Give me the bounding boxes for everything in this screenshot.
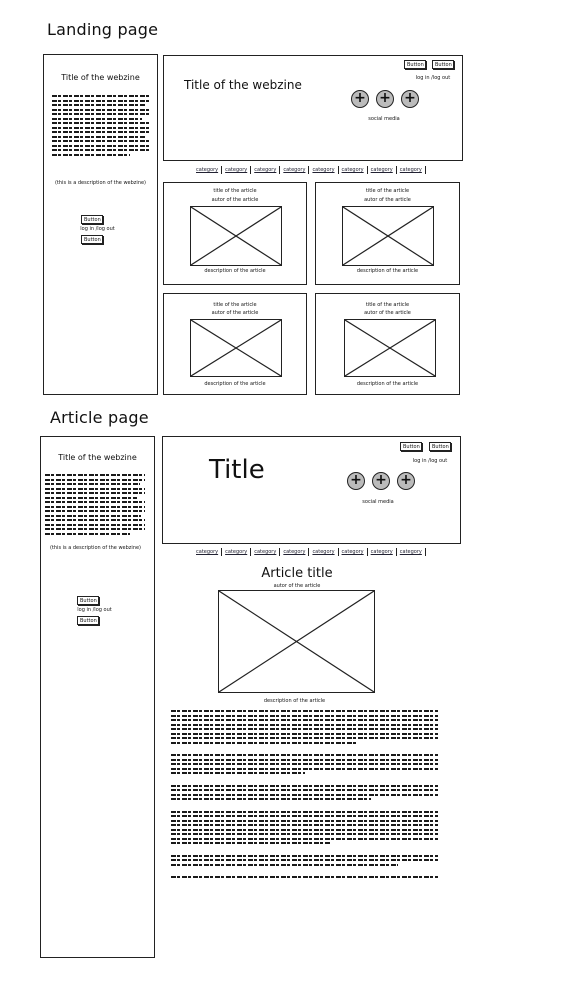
category-link[interactable]: category	[371, 549, 393, 555]
category-link[interactable]: category	[254, 167, 276, 173]
image-placeholder	[342, 206, 434, 266]
article-author: autor of the article	[211, 310, 259, 316]
sidebar-description-text	[52, 95, 150, 158]
header-title: Title	[209, 455, 265, 485]
social-plus-icon-2[interactable]: +	[376, 90, 394, 108]
article-title[interactable]: title of the article	[164, 188, 306, 194]
social-plus-icon-2[interactable]: +	[372, 472, 390, 490]
landing-category-nav: category category category category cate…	[193, 166, 426, 174]
header-title: Title of the webzine	[184, 78, 302, 92]
sidebar-button-top[interactable]: Button	[81, 215, 103, 224]
article-image-placeholder	[218, 590, 375, 693]
article-page-heading: Article page	[50, 408, 149, 427]
header-button-2[interactable]: Button	[432, 60, 454, 69]
article-card-4[interactable]: title of the article autor of the articl…	[315, 293, 460, 395]
social-plus-icon-1[interactable]: +	[351, 90, 369, 108]
header-login-text[interactable]: log in /log out	[409, 75, 457, 81]
sidebar-description-caption: (this is a description of the webzine)	[54, 180, 147, 186]
social-plus-icon-3[interactable]: +	[401, 90, 419, 108]
article-category-nav: category category category category cate…	[193, 548, 426, 556]
image-placeholder	[344, 319, 436, 377]
article-card-2[interactable]: title of the article autor of the articl…	[315, 182, 460, 285]
category-link[interactable]: category	[225, 549, 247, 555]
image-placeholder	[190, 206, 282, 266]
category-link[interactable]: category	[283, 549, 305, 555]
header-button-2[interactable]: Button	[429, 442, 451, 451]
landing-page-heading: Landing page	[47, 20, 159, 39]
article-sidebar: Title of the webzine (this is a descript…	[40, 436, 155, 958]
sidebar-description-text	[45, 474, 145, 537]
article-author: autor of the article	[364, 310, 411, 316]
header-button-1[interactable]: Button	[404, 60, 426, 69]
article-image-description: description of the article	[263, 698, 326, 704]
article-body-text	[171, 710, 438, 881]
article-description: description of the article	[356, 381, 419, 387]
category-link[interactable]: category	[400, 167, 422, 173]
social-media-label: social media	[368, 116, 400, 122]
category-link[interactable]: category	[312, 549, 334, 555]
sidebar-button-bottom[interactable]: Button	[77, 616, 99, 625]
article-card-1[interactable]: title of the article autor of the articl…	[163, 182, 307, 285]
sidebar-description-caption: (this is a description of the webzine)	[49, 545, 142, 551]
sidebar-button-bottom[interactable]: Button	[81, 235, 103, 244]
article-description: description of the article	[204, 381, 266, 387]
header-button-1[interactable]: Button	[400, 442, 422, 451]
social-plus-icon-3[interactable]: +	[397, 472, 415, 490]
sidebar-login-text[interactable]: log in /log out	[44, 226, 151, 232]
article-author: autor of the article	[211, 197, 259, 203]
category-link[interactable]: category	[283, 167, 305, 173]
sidebar-button-top[interactable]: Button	[77, 596, 99, 605]
sidebar-login-text[interactable]: log in /log out	[41, 607, 148, 613]
sidebar-title: Title of the webzine	[58, 453, 137, 462]
landing-header: Title of the webzine Button Button log i…	[163, 55, 463, 161]
article-title[interactable]: title of the article	[316, 188, 459, 194]
sidebar-title: Title of the webzine	[61, 73, 140, 82]
category-link[interactable]: category	[196, 167, 218, 173]
social-plus-icon-1[interactable]: +	[347, 472, 365, 490]
landing-sidebar: Title of the webzine (this is a descript…	[43, 54, 158, 395]
image-placeholder	[190, 319, 282, 377]
category-link[interactable]: category	[400, 549, 422, 555]
category-link[interactable]: category	[196, 549, 218, 555]
article-header: Title Button Button log in /log out + + …	[162, 436, 461, 544]
category-link[interactable]: category	[342, 549, 364, 555]
category-link[interactable]: category	[342, 167, 364, 173]
article-author: autor of the article	[364, 197, 411, 203]
category-link[interactable]: category	[312, 167, 334, 173]
article-description: description of the article	[204, 268, 266, 274]
article-card-3[interactable]: title of the article autor of the articl…	[163, 293, 307, 395]
article-title: Article title	[261, 566, 333, 581]
social-media-label: social media	[362, 499, 394, 505]
article-author: autor of the article	[273, 583, 321, 589]
category-link[interactable]: category	[371, 167, 393, 173]
header-login-text[interactable]: log in /log out	[404, 458, 456, 464]
article-title[interactable]: title of the article	[164, 302, 306, 308]
category-link[interactable]: category	[254, 549, 276, 555]
category-link[interactable]: category	[225, 167, 247, 173]
article-title[interactable]: title of the article	[316, 302, 459, 308]
article-description: description of the article	[356, 268, 419, 274]
